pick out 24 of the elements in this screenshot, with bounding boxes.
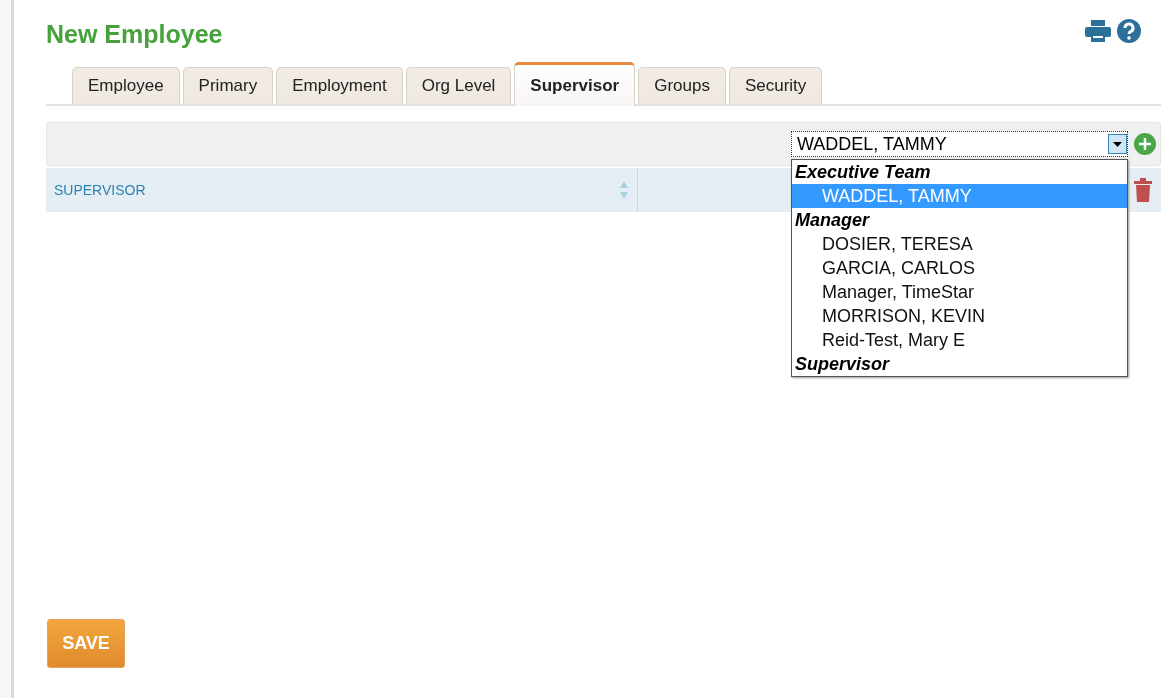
supervisor-select[interactable]: WADDEL, TAMMY bbox=[791, 131, 1128, 157]
dropdown-option[interactable]: MORRISON, KEVIN bbox=[792, 304, 1127, 328]
print-icon[interactable] bbox=[1085, 20, 1111, 42]
trash-icon[interactable] bbox=[1133, 178, 1153, 202]
tab[interactable]: Org Level bbox=[405, 67, 512, 104]
column-header[interactable]: SUPERVISOR bbox=[54, 182, 146, 198]
select-value: WADDEL, TAMMY bbox=[796, 133, 947, 155]
caret-icon bbox=[1108, 134, 1127, 154]
option-group-label: Supervisor bbox=[794, 353, 891, 376]
dropdown-option[interactable]: GARCIA, CARLOS bbox=[792, 256, 1127, 280]
help-icon[interactable] bbox=[1117, 19, 1141, 43]
tab[interactable]: Primary bbox=[182, 67, 274, 104]
dropdown-option[interactable]: Manager, TimeStar bbox=[792, 280, 1127, 304]
tab[interactable]: Employee bbox=[72, 67, 180, 104]
add-icon[interactable] bbox=[1134, 133, 1156, 155]
tab[interactable]: Groups bbox=[638, 67, 726, 104]
dropdown-option[interactable]: DOSIER, TERESA bbox=[792, 232, 1127, 256]
page-title: New Employee bbox=[46, 18, 223, 49]
dropdown-option[interactable]: Reid-Test, Mary E bbox=[792, 328, 1127, 352]
tab[interactable]: Employment bbox=[276, 67, 403, 104]
tab[interactable]: Security bbox=[728, 67, 823, 104]
tab[interactable]: Supervisor bbox=[514, 62, 636, 106]
option-group-label: Manager bbox=[794, 209, 871, 232]
option-group-label: Executive Team bbox=[794, 161, 932, 184]
